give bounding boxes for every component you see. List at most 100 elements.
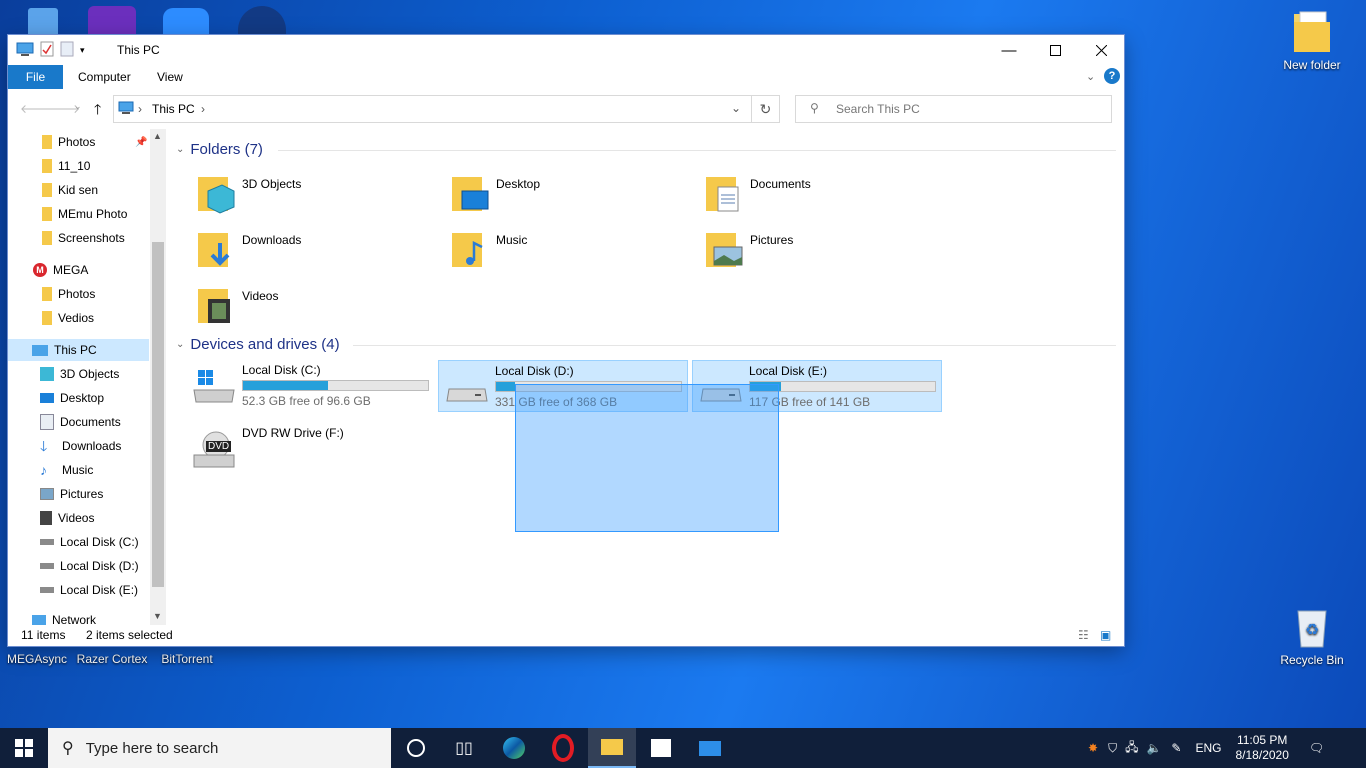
folder-music[interactable]: Music <box>450 227 690 279</box>
nav-item-screenshots[interactable]: Screenshots <box>8 227 149 249</box>
nav-item-label: Music <box>62 463 94 477</box>
refresh-button[interactable]: ↻ <box>752 95 780 123</box>
nav-item-this-pc[interactable]: This PC <box>8 339 149 361</box>
breadcrumb-this-pc[interactable]: This PC <box>152 102 195 116</box>
taskbar-search-input[interactable]: ⚲ Type here to search <box>48 728 391 768</box>
new-folder-desktop-icon[interactable]: New folder <box>1275 8 1349 72</box>
razer-cortex-desktop-icon[interactable]: Razer Cortex <box>75 652 149 666</box>
folder-videos[interactable]: Videos <box>196 283 436 335</box>
folder-3d-objects[interactable]: 3D Objects <box>196 171 436 223</box>
tab-view[interactable]: View <box>157 65 183 89</box>
large-icons-view-icon[interactable]: ▣ <box>1100 628 1111 642</box>
folder-label: Videos <box>242 289 279 303</box>
title-bar: ▾ This PC — <box>8 35 1124 65</box>
avast-icon[interactable]: ✸ <box>1088 741 1098 755</box>
nav-item-3d-objects[interactable]: 3D Objects <box>8 363 149 385</box>
details-view-icon[interactable]: ☷ <box>1078 628 1089 642</box>
pen-icon[interactable]: ✎ <box>1171 741 1181 755</box>
desktop-icon-partial-2[interactable] <box>88 6 136 35</box>
edge-button[interactable] <box>490 728 538 768</box>
megasync-desktop-icon[interactable]: MEGAsync <box>0 652 74 666</box>
nav-item-local-disk-c[interactable]: Local Disk (C:) <box>8 531 149 553</box>
mail-button[interactable] <box>686 728 734 768</box>
nav-item-vedios[interactable]: Vedios <box>8 307 149 329</box>
computer-icon[interactable] <box>16 42 34 59</box>
status-bar: 11 items 2 items selected ☷ ▣ <box>8 625 1124 646</box>
up-icon[interactable]: 🡑 <box>94 99 101 123</box>
desktop-icon-partial-4[interactable] <box>238 6 286 35</box>
close-button[interactable] <box>1078 35 1124 65</box>
store-button[interactable] <box>637 728 685 768</box>
nav-item-mega[interactable]: M MEGA <box>8 259 149 281</box>
nav-item-pictures[interactable]: Pictures <box>8 483 149 505</box>
drive-f-dvd[interactable]: DVD DVD RW Drive (F:) <box>186 423 436 475</box>
help-icon[interactable]: ? <box>1104 68 1120 84</box>
opera-button[interactable] <box>539 728 587 768</box>
tab-computer[interactable]: Computer <box>78 65 131 89</box>
nav-item-videos[interactable]: Videos <box>8 507 149 529</box>
new-folder-icon[interactable] <box>60 41 74 60</box>
nav-item-photos-pinned[interactable]: Photos 📌 <box>8 131 149 153</box>
collapse-icon[interactable]: ⌄ <box>176 144 184 155</box>
nav-scrollbar[interactable]: ▲ ▼ <box>150 129 166 625</box>
folder-pictures[interactable]: Pictures <box>704 227 944 279</box>
nav-item-desktop[interactable]: Desktop <box>8 387 149 409</box>
task-view-button[interactable]: ▯▯ <box>440 728 488 768</box>
nav-item-label: Local Disk (E:) <box>60 583 139 597</box>
tab-file[interactable]: File <box>8 65 63 89</box>
drives-group-header[interactable]: ⌄ Devices and drives (4) <box>176 336 340 353</box>
address-field[interactable]: › This PC › ⌄ <box>113 95 752 123</box>
breadcrumb-separator-icon: › <box>138 102 142 116</box>
maximize-button[interactable] <box>1032 35 1078 65</box>
ribbon-tabs: File Computer View ⌄ ? <box>8 65 1124 89</box>
nav-item-11-10[interactable]: 11_10 <box>8 155 149 177</box>
search-input[interactable]: ⚲ Search This PC <box>795 95 1112 123</box>
recent-locations-icon[interactable]: ⌄ <box>74 101 82 112</box>
notification-icon[interactable]: 🗨 <box>1309 741 1324 755</box>
recycle-bin-desktop-icon[interactable]: ♻ Recycle Bin <box>1275 603 1349 667</box>
scroll-up-icon[interactable]: ▲ <box>153 131 162 141</box>
pin-icon[interactable]: 📌 <box>135 137 147 148</box>
nav-item-mega-photos[interactable]: Photos <box>8 283 149 305</box>
nav-item-local-disk-e[interactable]: Local Disk (E:) <box>8 579 149 601</box>
nav-item-label: Documents <box>60 415 121 429</box>
scroll-thumb[interactable] <box>152 242 164 587</box>
language-indicator[interactable]: ENG <box>1195 741 1221 755</box>
nav-item-network[interactable]: Network <box>8 609 149 625</box>
scroll-down-icon[interactable]: ▼ <box>153 611 162 621</box>
folder-icon <box>42 135 52 149</box>
nav-item-downloads[interactable]: 🡓 Downloads <box>8 435 149 457</box>
collapse-icon[interactable]: ⌄ <box>176 339 184 350</box>
address-dropdown-icon[interactable]: ⌄ <box>731 101 741 115</box>
cortana-button[interactable] <box>392 728 440 768</box>
minimize-button[interactable]: — <box>986 35 1032 65</box>
folder-desktop[interactable]: Desktop <box>450 171 690 223</box>
desktop-icon-partial-3[interactable] <box>163 8 209 35</box>
security-icon[interactable]: ⛉ <box>1108 741 1117 756</box>
qat-dropdown-icon[interactable]: ▾ <box>80 45 85 56</box>
bittorrent-desktop-icon[interactable]: BitTorrent <box>150 652 224 666</box>
nav-item-label: Kid sen <box>58 183 99 197</box>
volume-icon[interactable]: 🔈 <box>1146 741 1161 755</box>
start-button[interactable] <box>0 728 48 768</box>
drive-c[interactable]: Local Disk (C:) 52.3 GB free of 96.6 GB <box>186 360 436 412</box>
folder-documents[interactable]: Documents <box>704 171 944 223</box>
folder-downloads[interactable]: Downloads <box>196 227 436 279</box>
folders-group-header[interactable]: ⌄ Folders (7) <box>176 141 263 158</box>
taskbar-search-placeholder: Type here to search <box>85 739 219 757</box>
nav-item-kid-sen[interactable]: Kid sen <box>8 179 149 201</box>
desktop-icon-partial-1[interactable] <box>28 8 58 34</box>
file-explorer-window: ▾ This PC — File Computer View ⌄ ? 🡐 🡒 ⌄… <box>8 35 1124 646</box>
properties-icon[interactable] <box>40 41 54 60</box>
clock[interactable]: 11:05 PM 8/18/2020 <box>1236 733 1289 763</box>
file-explorer-button[interactable] <box>588 728 636 768</box>
nav-item-local-disk-d[interactable]: Local Disk (D:) <box>8 555 149 577</box>
nav-item-documents[interactable]: Documents <box>8 411 149 433</box>
network-icon[interactable]: 🖧 <box>1125 738 1138 759</box>
usage-fill <box>496 382 515 391</box>
selected-count: 2 items selected <box>86 628 173 642</box>
folder-icon <box>42 207 52 221</box>
nav-item-music[interactable]: ♪ Music <box>8 459 149 481</box>
nav-item-memu-photo[interactable]: MEmu Photo <box>8 203 149 225</box>
ribbon-expand-icon[interactable]: ⌄ <box>1086 65 1095 89</box>
